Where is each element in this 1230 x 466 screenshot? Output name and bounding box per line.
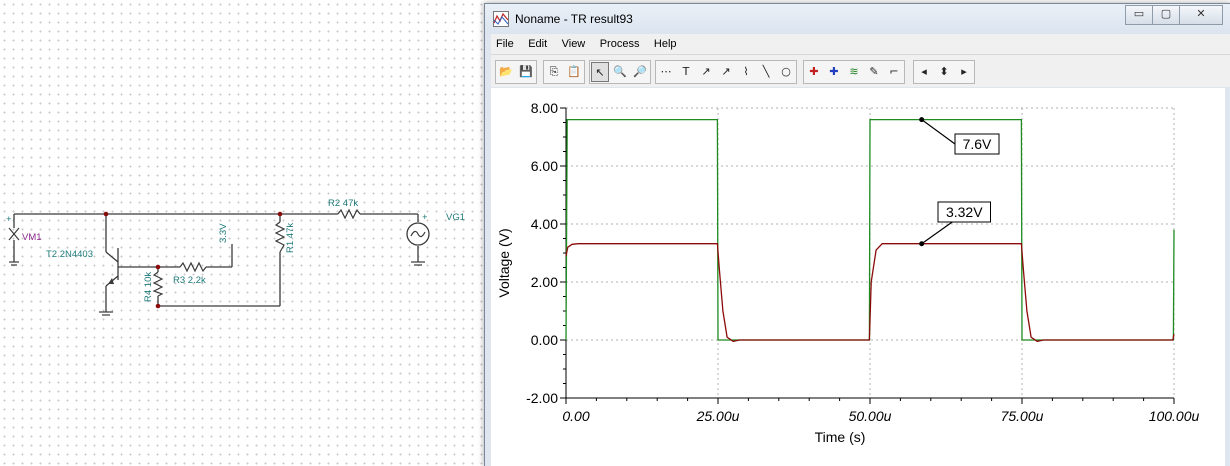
r2-label: R2 47k <box>328 198 358 209</box>
grid-icon[interactable]: ⋯ <box>657 62 675 82</box>
x-tick-label: 50.00u <box>849 408 892 424</box>
marker-a-icon[interactable]: ✚ <box>805 62 823 82</box>
toolbar: 📂 💾 ⎘ 📋 ↖ 🔍 🔎 ⋯ T ↗ ↗ ⌇ ╲ ○ ✚ ✚ ≋ ✎ ⌐ ◂ … <box>491 55 1230 87</box>
y-tick-label: -2.00 <box>526 390 558 406</box>
nav-updown-icon[interactable]: ⬍ <box>935 62 953 82</box>
vg1-label: VG1 <box>446 212 465 223</box>
annotation-arrowhead <box>919 241 925 247</box>
app-icon <box>493 11 509 27</box>
y-tick-label: 8.00 <box>531 100 558 116</box>
save-icon[interactable]: 💾 <box>517 62 535 82</box>
right-scrollbar[interactable] <box>1225 88 1230 466</box>
annotation-pointer <box>921 221 953 245</box>
cursor-a-icon[interactable]: ↗ <box>697 62 715 82</box>
r3-label: R3 2.2k <box>173 275 206 286</box>
x-tick-label: 100.00u <box>1149 408 1200 424</box>
x-axis-label: Time (s) <box>815 429 866 445</box>
annotation-label: 3.32V <box>946 204 983 220</box>
cursor-b-icon[interactable]: ↗ <box>717 62 735 82</box>
copy-icon[interactable]: ⎘ <box>545 62 563 82</box>
circle-icon[interactable]: ○ <box>777 62 795 82</box>
window-title: Noname - TR result93 <box>515 12 633 26</box>
minimize-button[interactable]: ▭ <box>1125 5 1153 25</box>
x-tick-label: 25.00u <box>696 408 740 424</box>
voltage-chart[interactable]: 8.006.004.002.000.00-2.000.00 25.00u 50.00… <box>491 88 1225 466</box>
paste-icon[interactable]: 📋 <box>565 62 583 82</box>
pointer-icon[interactable]: ↖ <box>591 62 609 82</box>
vg1-plus-label: + <box>422 212 428 223</box>
step-icon[interactable]: ⌐ <box>885 62 903 82</box>
menu-process[interactable]: Process <box>595 35 645 50</box>
zoom-out-icon[interactable]: 🔎 <box>631 62 649 82</box>
t2-label: T2 2N4403 <box>46 249 93 260</box>
annotation-pointer <box>921 119 956 145</box>
plot-area[interactable]: 8.00 6.00 4.00 2.00 0.00 -2.00 0.00 25.00u 50.00… <box>491 88 1230 466</box>
x-tick-label: 75.00u <box>1001 408 1044 424</box>
annotation-arrowhead <box>919 117 925 123</box>
menu-edit[interactable]: Edit <box>523 35 552 50</box>
title-bar[interactable]: Noname - TR result93 ▭ ▢ ✕ <box>485 4 1230 34</box>
menu-bar: File Edit View Process Help <box>491 34 1230 55</box>
open-folder-icon[interactable]: 📂 <box>497 62 515 82</box>
v33-label: 3.3V <box>218 223 229 243</box>
close-button[interactable]: ✕ <box>1179 5 1223 25</box>
pen-icon[interactable]: ✎ <box>865 62 883 82</box>
menu-view[interactable]: View <box>557 35 591 50</box>
menu-file[interactable]: File <box>491 35 519 50</box>
nav-right-icon[interactable]: ▸ <box>955 62 973 82</box>
r4-label: R4 10k <box>143 272 154 302</box>
curve-icon[interactable]: ⌇ <box>737 62 755 82</box>
y-tick-label: 0.00 <box>531 332 558 348</box>
y-tick-label: 6.00 <box>531 158 558 174</box>
wave-icon[interactable]: ≋ <box>845 62 863 82</box>
circuit-schematic[interactable]: + VM1 T2 2N4403 R3 2.2k R4 10k 3.3V R1 4… <box>0 0 480 462</box>
menu-help[interactable]: Help <box>649 35 682 50</box>
y-tick-label: 4.00 <box>531 216 558 232</box>
r1-label: R1 47k <box>285 223 296 253</box>
vm1-plus-label: + <box>6 214 12 225</box>
y-tick-label: 2.00 <box>531 274 558 290</box>
text-icon[interactable]: T <box>677 62 695 82</box>
vm1-label: VM1 <box>22 232 42 243</box>
nav-left-icon[interactable]: ◂ <box>915 62 933 82</box>
zoom-in-icon[interactable]: 🔍 <box>611 62 629 82</box>
result-window[interactable]: Noname - TR result93 ▭ ▢ ✕ File Edit Vie… <box>484 3 1230 466</box>
maximize-button[interactable]: ▢ <box>1152 5 1180 25</box>
marker-b-icon[interactable]: ✚ <box>825 62 843 82</box>
x-tick-label: 0.00 <box>562 408 589 424</box>
y-axis-label: Voltage (V) <box>496 228 512 297</box>
line-icon[interactable]: ╲ <box>757 62 775 82</box>
annotation-label: 7.6V <box>963 136 992 152</box>
